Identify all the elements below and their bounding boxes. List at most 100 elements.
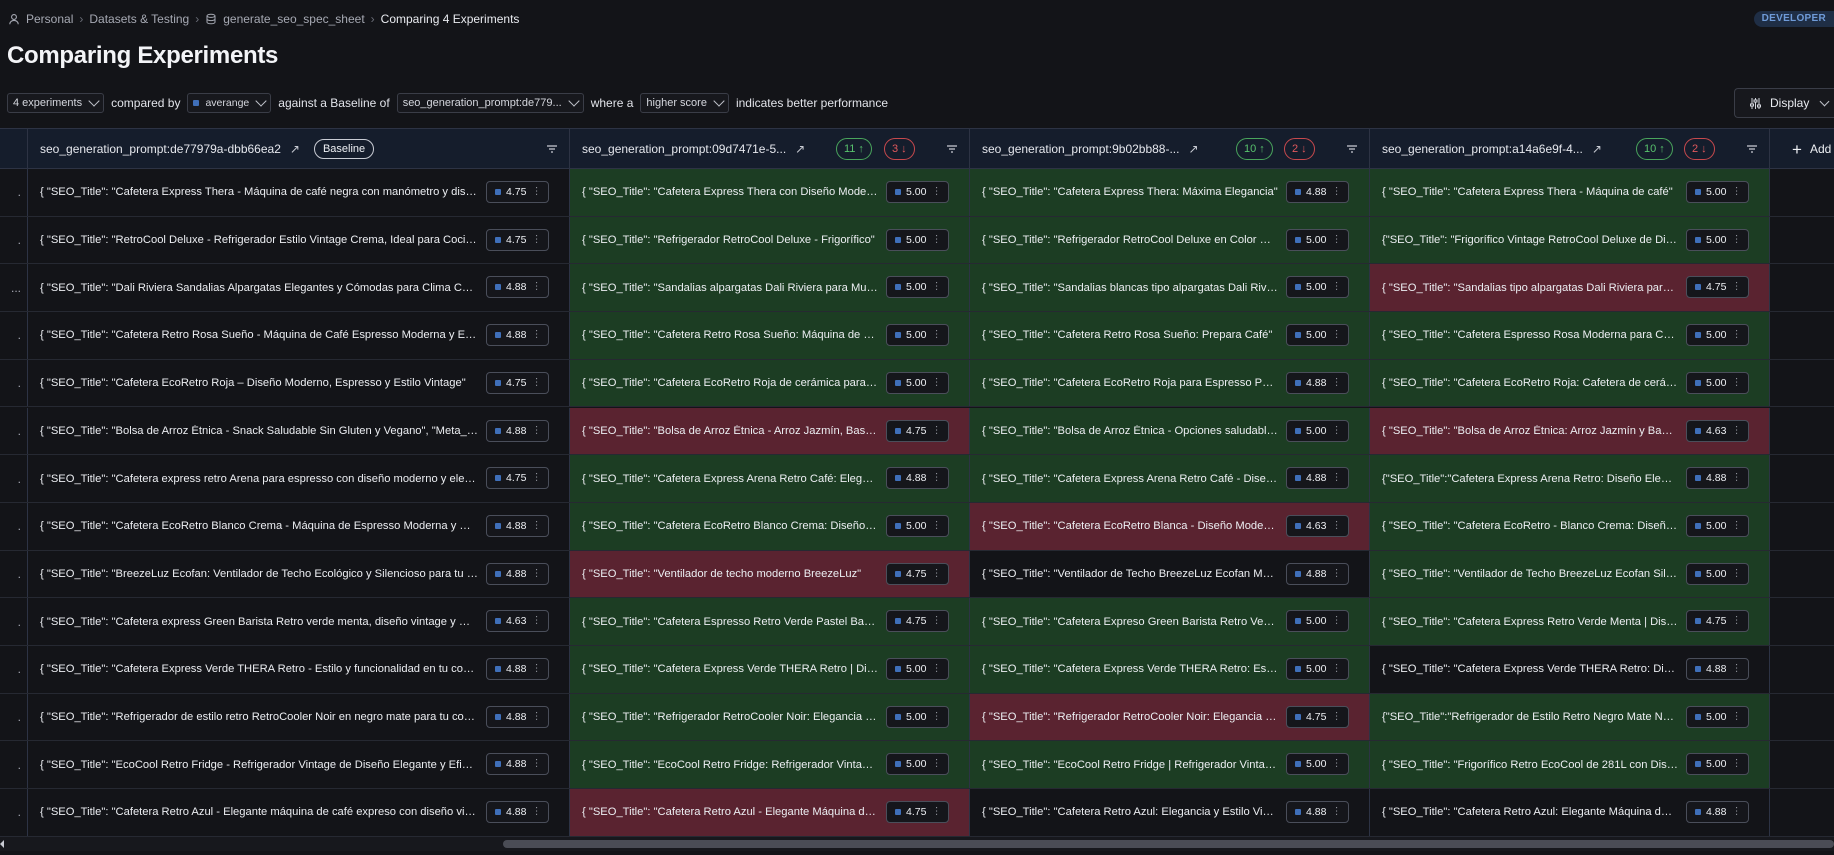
score-badge[interactable]: 4.88 ··· <box>1286 371 1349 394</box>
column-header-2[interactable]: seo_generation_prompt:09d7471e-5... ↗ 11… <box>570 129 970 169</box>
output-cell[interactable]: { "SEO_Title": "RetroCool Deluxe - Refri… <box>28 216 570 264</box>
output-cell[interactable]: { "SEO_Title": "Cafetera Express Arena R… <box>970 455 1370 502</box>
more-vertical-icon[interactable]: ··· <box>931 234 942 244</box>
output-cell[interactable]: { "SEO_Title": "Ventilador de Techo Bree… <box>970 550 1370 598</box>
score-badge[interactable]: 5.00 ··· <box>886 753 949 776</box>
more-vertical-icon[interactable]: ··· <box>531 425 542 435</box>
more-vertical-icon[interactable]: ··· <box>1331 377 1342 387</box>
more-vertical-icon[interactable]: ··· <box>1331 425 1342 435</box>
external-link-icon[interactable]: ↗ <box>795 142 805 156</box>
output-cell[interactable]: {"SEO_Title":"Refrigerador de Estilo Ret… <box>1370 693 1770 741</box>
score-badge[interactable]: 4.88 ··· <box>486 658 549 680</box>
output-cell[interactable]: { "SEO_Title": "Cafetera EcoRetro Blanco… <box>570 502 970 550</box>
row-handle[interactable]: . <box>0 741 28 789</box>
more-vertical-icon[interactable]: ··· <box>931 568 942 578</box>
score-badge[interactable]: 4.75 ··· <box>1286 705 1349 728</box>
output-cell[interactable]: { "SEO_Title": "Cafetera express Green B… <box>28 598 570 645</box>
column-title[interactable]: seo_generation_prompt:09d7471e-5... <box>582 142 786 156</box>
column-header-baseline[interactable]: seo_generation_prompt:de77979a-dbb66ea2 … <box>28 129 570 169</box>
more-vertical-icon[interactable]: ··· <box>1331 520 1342 530</box>
output-cell[interactable]: { "SEO_Title": "EcoCool Retro Fridge | R… <box>970 741 1370 789</box>
score-badge[interactable]: 4.88 ··· <box>1686 658 1749 680</box>
score-badge[interactable]: 4.88 ··· <box>1286 181 1349 203</box>
column-header-4[interactable]: seo_generation_prompt:a14a6e9f-4... ↗ 10… <box>1370 129 1770 169</box>
column-header-3[interactable]: seo_generation_prompt:9b02bb88-... ↗ 10 ↑… <box>970 129 1370 169</box>
more-vertical-icon[interactable]: ··· <box>931 329 942 339</box>
display-button[interactable]: Display <box>1734 88 1834 118</box>
more-vertical-icon[interactable]: ··· <box>931 281 942 291</box>
more-vertical-icon[interactable]: ··· <box>531 568 542 578</box>
row-handle[interactable]: . <box>0 169 28 216</box>
score-badge[interactable]: 4.63 ··· <box>486 610 549 633</box>
output-cell[interactable]: { "SEO_Title": "Bolsa de Arroz Étnica - … <box>28 407 570 455</box>
score-badge[interactable]: 5.00 ··· <box>1286 658 1349 680</box>
row-handle[interactable]: . <box>0 455 28 502</box>
row-handle[interactable]: . <box>0 312 28 359</box>
row-handle[interactable]: . <box>0 598 28 645</box>
output-cell[interactable]: { "SEO_Title": "Refrigerador RetroCool D… <box>970 216 1370 264</box>
more-vertical-icon[interactable]: ··· <box>531 806 542 816</box>
output-cell[interactable]: { "SEO_Title": "Cafetera Express Thera c… <box>570 169 970 216</box>
column-title[interactable]: seo_generation_prompt:a14a6e9f-4... <box>1382 142 1583 156</box>
more-vertical-icon[interactable]: ··· <box>1731 281 1742 291</box>
more-vertical-icon[interactable]: ··· <box>1331 234 1342 244</box>
more-vertical-icon[interactable]: ··· <box>931 758 942 768</box>
table-row[interactable]: . { "SEO_Title": "Refrigerador de estilo … <box>0 693 1834 742</box>
output-cell[interactable]: { "SEO_Title": "Cafetera Espresso Rosa M… <box>1370 312 1770 359</box>
output-cell[interactable]: { "SEO_Title": "Cafetera EcoRetro Roja: … <box>1370 359 1770 407</box>
score-badge[interactable]: 5.00 ··· <box>1686 228 1749 251</box>
table-row[interactable]: . { "SEO_Title": "Cafetera Retro Rosa Sue… <box>0 312 1834 360</box>
more-vertical-icon[interactable]: ··· <box>1731 806 1742 816</box>
score-badge[interactable]: 4.75 ··· <box>886 419 949 442</box>
output-cell[interactable]: { "SEO_Title": "Sandalias tipo alpargata… <box>1370 264 1770 312</box>
score-badge[interactable]: 5.00 ··· <box>1686 514 1749 537</box>
more-vertical-icon[interactable]: ··· <box>531 281 542 291</box>
breadcrumb-personal[interactable]: Personal <box>26 12 73 26</box>
output-cell[interactable]: { "SEO_Title": "Dali Riviera Sandalias A… <box>28 264 570 312</box>
score-badge[interactable]: 5.00 ··· <box>1286 324 1349 347</box>
output-cell[interactable]: {"SEO_Title": "Frigorífico Vintage Retro… <box>1370 216 1770 264</box>
score-badge[interactable]: 4.75 ··· <box>886 610 949 633</box>
output-cell[interactable]: { "SEO_Title": "Bolsa de Arroz Étnica - … <box>570 407 970 455</box>
output-cell[interactable]: { "SEO_Title": "Refrigerador RetroCooler… <box>970 693 1370 741</box>
row-handle[interactable]: . <box>0 359 28 407</box>
more-vertical-icon[interactable]: ··· <box>931 377 942 387</box>
output-cell[interactable]: { "SEO_Title": "Cafetera Express Thera -… <box>28 169 570 216</box>
table-row[interactable]: . { "SEO_Title": "EcoCool Retro Fridge - … <box>0 741 1834 790</box>
score-badge[interactable]: 5.00 ··· <box>1686 753 1749 776</box>
row-handle[interactable]: . <box>0 502 28 550</box>
more-vertical-icon[interactable]: ··· <box>931 806 942 816</box>
score-badge[interactable]: 4.75 ··· <box>486 371 549 394</box>
add-column-button[interactable]: + Add <box>1792 129 1831 169</box>
output-cell[interactable]: { "SEO_Title": "Refrigerador RetroCooler… <box>570 693 970 741</box>
score-badge[interactable]: 4.75 ··· <box>886 562 949 585</box>
more-vertical-icon[interactable]: ··· <box>1731 186 1742 196</box>
score-badge[interactable]: 4.88 ··· <box>486 753 549 776</box>
score-badge[interactable]: 5.00 ··· <box>886 658 949 680</box>
score-badge[interactable]: 4.88 ··· <box>486 562 549 585</box>
breadcrumb-datasets[interactable]: Datasets & Testing <box>89 12 189 26</box>
output-cell[interactable]: { "SEO_Title": "BreezeLuz Ecofan: Ventil… <box>28 550 570 598</box>
score-badge[interactable]: 5.00 ··· <box>886 324 949 347</box>
more-vertical-icon[interactable]: ··· <box>931 711 942 721</box>
row-handle[interactable]: . <box>0 216 28 264</box>
score-badge[interactable]: 5.00 ··· <box>886 371 949 394</box>
output-cell[interactable]: { "SEO_Title": "Cafetera Retro Rosa Sueñ… <box>970 312 1370 359</box>
score-badge[interactable]: 4.75 ··· <box>486 181 549 203</box>
more-vertical-icon[interactable]: ··· <box>1331 568 1342 578</box>
table-row[interactable]: . { "SEO_Title": "Cafetera EcoRetro Blanc… <box>0 502 1834 551</box>
score-badge[interactable]: 4.88 ··· <box>486 324 549 347</box>
more-vertical-icon[interactable]: ··· <box>1331 758 1342 768</box>
score-badge[interactable]: 5.00 ··· <box>886 276 949 299</box>
filter-icon[interactable] <box>946 143 958 155</box>
score-badge[interactable]: 5.00 ··· <box>886 181 949 203</box>
row-handle[interactable]: . <box>0 693 28 741</box>
score-badge[interactable]: 4.75 ··· <box>886 801 949 824</box>
more-vertical-icon[interactable]: ··· <box>1731 568 1742 578</box>
more-vertical-icon[interactable]: ··· <box>931 520 942 530</box>
more-vertical-icon[interactable]: ··· <box>1731 329 1742 339</box>
score-badge[interactable]: 4.88 ··· <box>1686 467 1749 490</box>
table-row[interactable]: . { "SEO_Title": "Cafetera EcoRetro Roja … <box>0 359 1834 408</box>
table-row[interactable]: . { "SEO_Title": "Cafetera Express Thera … <box>0 169 1834 217</box>
external-link-icon[interactable]: ↗ <box>1188 142 1198 156</box>
